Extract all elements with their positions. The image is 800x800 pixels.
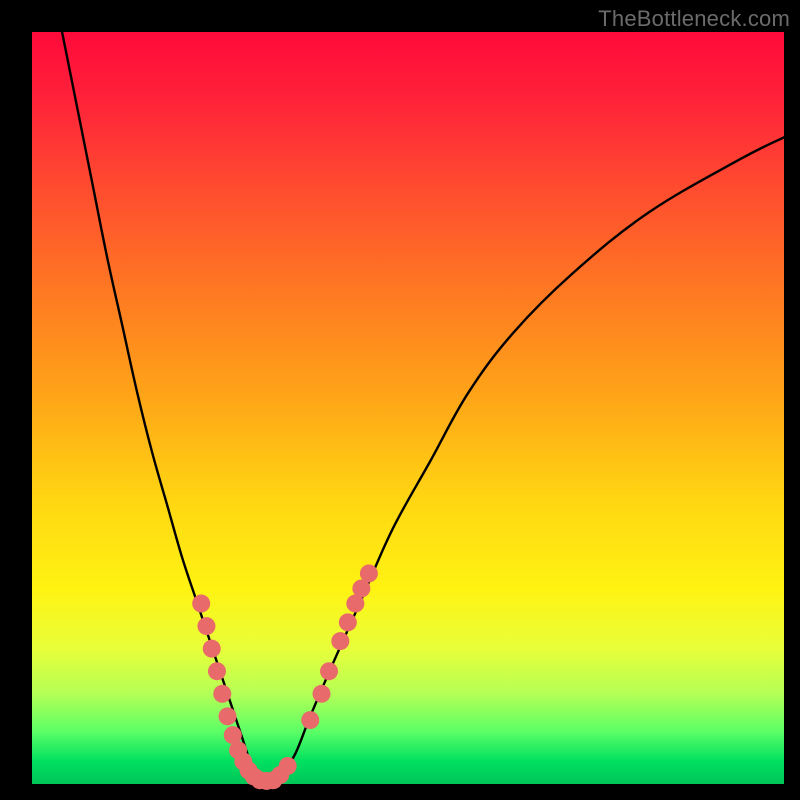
highlight-dot	[279, 757, 297, 775]
plot-area	[32, 32, 784, 784]
highlight-dots	[192, 564, 378, 790]
highlight-dot	[219, 707, 237, 725]
chart-frame: TheBottleneck.com	[0, 0, 800, 800]
highlight-dot	[313, 685, 331, 703]
highlight-dot	[192, 595, 210, 613]
highlight-dot	[203, 640, 221, 658]
highlight-dot	[320, 662, 338, 680]
highlight-dot	[208, 662, 226, 680]
highlight-dot	[197, 617, 215, 635]
highlight-dot	[301, 711, 319, 729]
bottleneck-curve	[62, 32, 784, 785]
highlight-dot	[213, 685, 231, 703]
highlight-dot	[360, 564, 378, 582]
highlight-dot	[339, 613, 357, 631]
highlight-dot	[331, 632, 349, 650]
watermark-text: TheBottleneck.com	[598, 6, 790, 32]
curve-layer	[32, 32, 784, 784]
